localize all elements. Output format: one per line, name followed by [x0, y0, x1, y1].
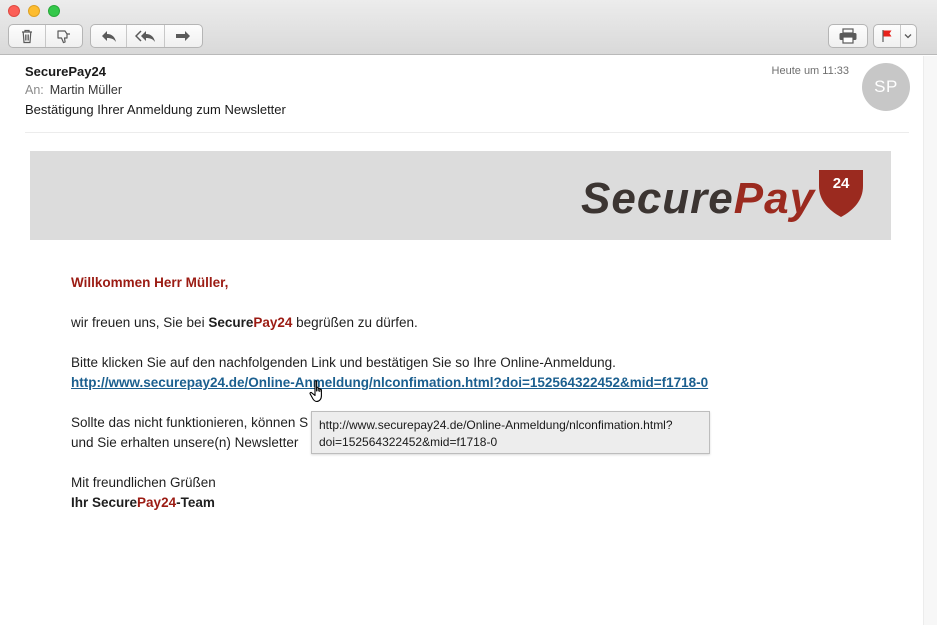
forward-icon [176, 31, 191, 41]
flag-button[interactable] [874, 25, 901, 47]
logo-number: 24 [832, 175, 850, 192]
message-time: Heute um 11:33 [771, 65, 849, 77]
reply-all-button[interactable] [127, 25, 165, 47]
flag-icon [882, 30, 892, 42]
forward-button[interactable] [165, 25, 202, 47]
junk-button[interactable] [46, 25, 83, 47]
logo-shield-icon: 24 [817, 168, 865, 220]
confirmation-link[interactable]: http://www.securepay24.de/Online-Anmeldu… [71, 375, 708, 390]
window-close-button[interactable] [8, 5, 20, 17]
tooltip-line-2: doi=152564322452&mid=f1718-0 [319, 435, 498, 449]
trash-icon [21, 29, 32, 43]
header-divider [25, 132, 909, 133]
sender-name[interactable]: SecurePay24 [25, 64, 106, 79]
hand-pointer-icon [309, 380, 322, 403]
recipient-name[interactable]: Martin Müller [50, 83, 122, 97]
flag-dropdown-button[interactable] [901, 25, 916, 47]
print-button[interactable] [829, 25, 867, 47]
fallback-line-2: und Sie erhalten unsere(n) Newsletter [71, 435, 299, 450]
delete-junk-group [8, 24, 83, 48]
chevron-down-icon [904, 34, 912, 39]
to-label: An: [25, 83, 44, 97]
tooltip-line-1: http://www.securepay24.de/Online-Anmeldu… [319, 418, 673, 432]
reply-group [90, 24, 203, 48]
print-group [828, 24, 868, 48]
link-tooltip: http://www.securepay24.de/Online-Anmeldu… [311, 411, 710, 454]
junk-icon [57, 29, 70, 43]
flag-group [873, 24, 917, 48]
securepay-logo: SecurePay 24 [581, 169, 865, 229]
window-zoom-button[interactable] [48, 5, 60, 17]
reply-button[interactable] [91, 25, 128, 47]
recipient-row: An: Martin Müller [25, 83, 122, 97]
greeting: Willkommen Herr Müller, [71, 275, 229, 290]
sender-avatar: SP [862, 63, 910, 111]
delete-button[interactable] [9, 25, 46, 47]
message-subject: Bestätigung Ihrer Anmeldung zum Newslett… [25, 102, 286, 117]
reply-icon [101, 31, 116, 42]
closing-line: Mit freundlichen Grüßen [71, 475, 216, 490]
fallback-line-1: Sollte das nicht funktionieren, können S [71, 415, 309, 430]
toolbar [0, 0, 937, 55]
window-minimize-button[interactable] [28, 5, 40, 17]
scrollbar[interactable] [923, 56, 937, 625]
print-icon [839, 28, 857, 44]
email-banner: SecurePay 24 [30, 151, 891, 240]
logo-wordmark: SecurePay [581, 174, 816, 223]
welcome-line: wir freuen uns, Sie bei SecurePay24 begr… [71, 315, 418, 330]
reply-all-icon [134, 30, 155, 42]
signature: Ihr SecurePay24-Team [71, 495, 215, 510]
instruction-line: Bitte klicken Sie auf den nachfolgenden … [71, 355, 616, 370]
